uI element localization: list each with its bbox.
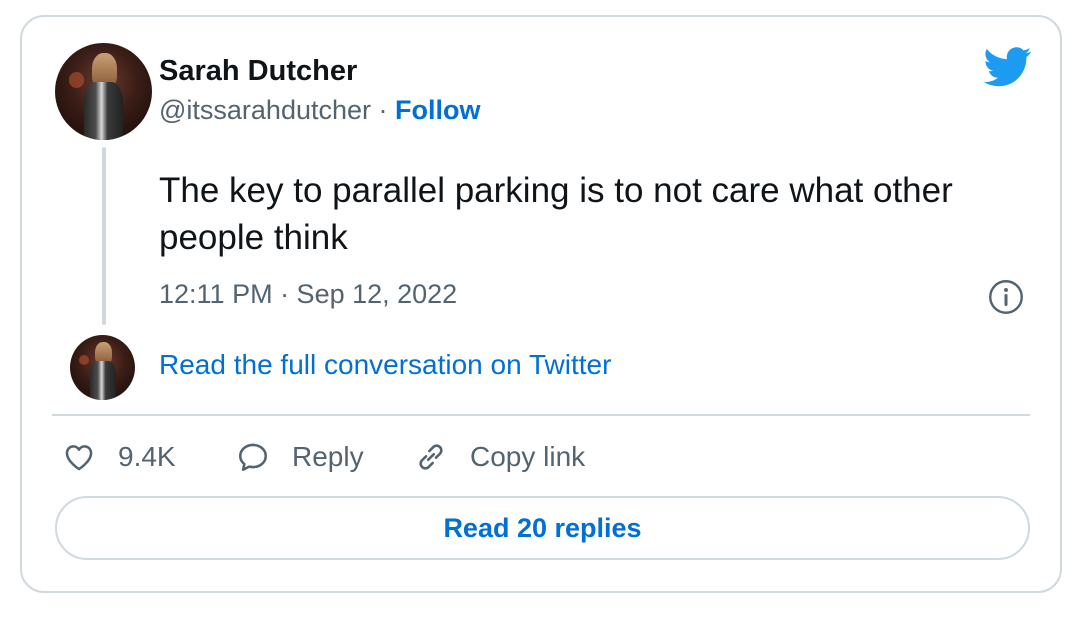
- read-replies-button[interactable]: Read 20 replies: [55, 496, 1030, 560]
- author-handle-row: @itssarahdutcher · Follow: [159, 95, 481, 126]
- heart-icon: [65, 445, 93, 471]
- copy-link-button[interactable]: Copy link: [414, 437, 585, 477]
- author-handle[interactable]: @itssarahdutcher: [159, 95, 371, 125]
- thread-connector-line: [102, 147, 106, 325]
- follow-link[interactable]: Follow: [395, 95, 480, 125]
- handle-separator: ·: [378, 95, 396, 125]
- like-button[interactable]: 9.4K: [62, 437, 176, 477]
- reply-label: Reply: [292, 441, 364, 472]
- twitter-bird-icon[interactable]: [984, 47, 1032, 87]
- like-count: 9.4K: [118, 441, 176, 472]
- tweet-text: The key to parallel parking is to not ca…: [159, 171, 953, 257]
- link-icon: [419, 444, 443, 470]
- reply-button[interactable]: Reply: [236, 437, 364, 477]
- info-icon[interactable]: [988, 279, 1024, 315]
- read-full-conversation-link[interactable]: Read the full conversation on Twitter: [159, 349, 611, 381]
- divider: [52, 414, 1030, 416]
- tweet-embed-card: Sarah Dutcher @itssarahdutcher · Follow …: [20, 15, 1062, 593]
- speech-bubble-icon: [238, 443, 268, 472]
- author-name[interactable]: Sarah Dutcher: [159, 55, 357, 88]
- author-avatar[interactable]: [55, 43, 152, 140]
- conversation-avatar[interactable]: [70, 335, 135, 400]
- copy-link-label: Copy link: [470, 441, 586, 472]
- tweet-timestamp[interactable]: 12:11 PM · Sep 12, 2022: [159, 279, 457, 310]
